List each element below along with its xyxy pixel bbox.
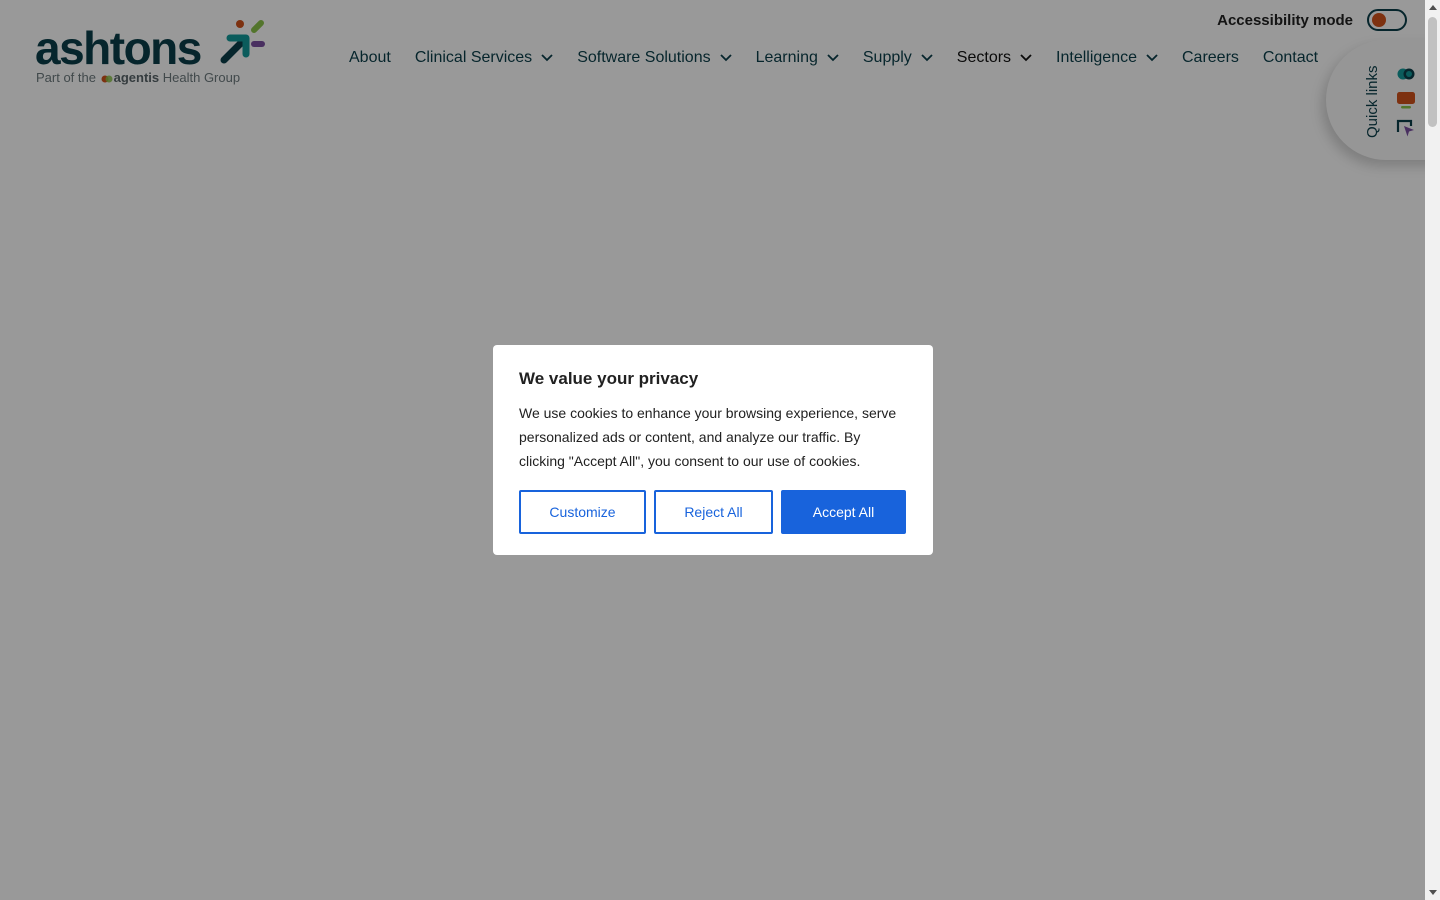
cookie-button-row: Customize Reject All Accept All (519, 490, 906, 534)
page-scrollbar[interactable] (1425, 0, 1440, 900)
cookie-modal-text: We use cookies to enhance your browsing … (519, 405, 897, 469)
customize-button[interactable]: Customize (519, 490, 646, 534)
scroll-thumb[interactable] (1428, 17, 1437, 127)
cookie-consent-modal: We value your privacy We use cookies to … (493, 345, 933, 555)
scroll-up-arrow-icon[interactable] (1425, 0, 1440, 15)
reject-all-button[interactable]: Reject All (654, 490, 773, 534)
scroll-down-arrow-icon[interactable] (1425, 885, 1440, 900)
accept-all-button[interactable]: Accept All (781, 490, 906, 534)
cookie-modal-title: We value your privacy (519, 369, 699, 388)
